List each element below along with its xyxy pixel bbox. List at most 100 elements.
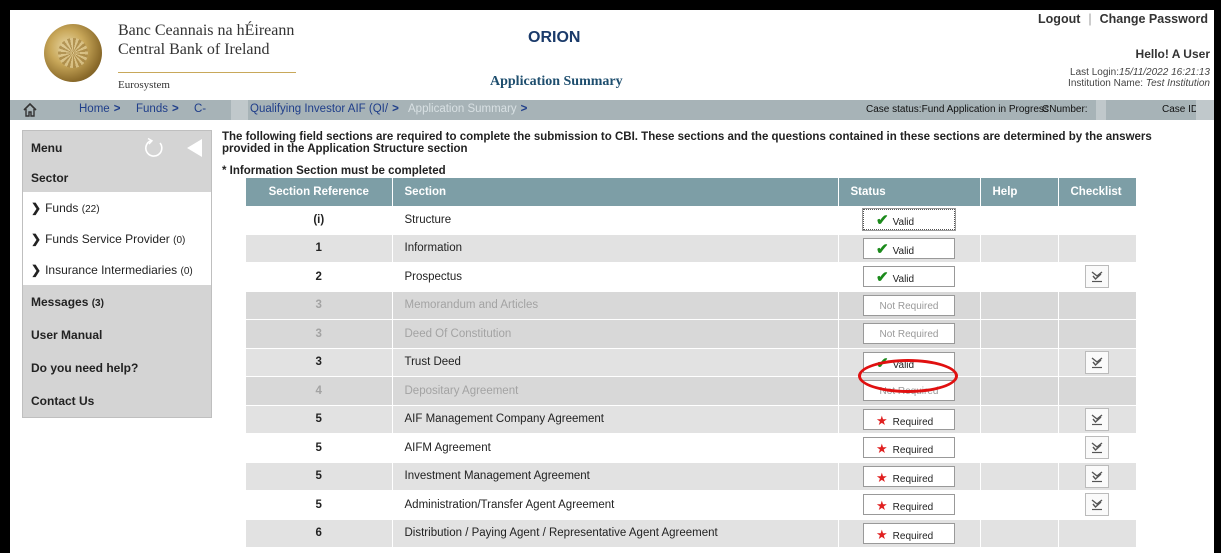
col-header-status: Status: [838, 178, 981, 206]
table-row: 3 Deed Of Constitution Not Required: [246, 319, 1137, 349]
institution-name: Institution Name: Test Institution: [1068, 78, 1210, 89]
status-button: Not Required: [863, 294, 955, 316]
sidebar-item-contact-us[interactable]: Contact Us: [23, 384, 211, 417]
status-cell: ✔ Valid: [838, 262, 981, 292]
checklist-cell: [1058, 519, 1137, 548]
section-name[interactable]: Information: [392, 234, 839, 263]
checklist-cell: [1058, 405, 1137, 434]
cnumber-label: CNumber:: [1042, 104, 1088, 115]
checklist-cell: [1058, 319, 1137, 349]
section-reference: 2: [246, 262, 393, 292]
help-cell: [980, 462, 1059, 491]
status-button: Not Required: [863, 323, 955, 345]
sidebar-item-user-manual[interactable]: User Manual: [23, 318, 211, 351]
status-button[interactable]: ✔ Valid: [862, 208, 956, 232]
link-separator: |: [1088, 12, 1092, 26]
section-reference: 3: [246, 348, 393, 377]
app-title: ORION: [528, 29, 581, 46]
breadcrumb-current: Application Summary >: [408, 103, 528, 115]
checklist-cell: [1058, 490, 1137, 520]
section-name[interactable]: Structure: [392, 206, 839, 235]
section-reference: 5: [246, 433, 393, 463]
help-cell: [980, 405, 1059, 434]
sidebar-item-sector[interactable]: Sector: [23, 164, 211, 192]
breadcrumb-funds[interactable]: Funds >: [136, 103, 179, 115]
status-label: Required: [892, 530, 934, 542]
institution-label: Institution Name:: [1068, 78, 1144, 89]
redacted-block: [1196, 100, 1214, 120]
eurosystem-label: Eurosystem: [118, 79, 170, 91]
section-name[interactable]: AIF Management Company Agreement: [392, 405, 839, 434]
checklist-icon[interactable]: [1085, 265, 1109, 289]
checklist-cell: [1058, 262, 1137, 292]
star-icon: ★: [876, 469, 888, 485]
sidebar-header: Menu: [23, 131, 211, 164]
status-label: Valid: [892, 245, 915, 257]
status-label: Required: [892, 445, 934, 457]
table-row: 5 Investment Management Agreement ★ Require…: [246, 462, 1137, 491]
checklist-icon[interactable]: [1085, 436, 1109, 460]
sidebar-item-funds-service-provider[interactable]: ❯ Funds Service Provider (0): [23, 223, 211, 254]
breadcrumb-home[interactable]: Home >: [79, 103, 120, 115]
status-label: Required: [892, 416, 934, 428]
section-name[interactable]: AIFM Agreement: [392, 433, 839, 463]
table-row: 4 Depositary Agreement Not Required: [246, 376, 1137, 406]
sidebar-item-insurance-intermediaries[interactable]: ❯ Insurance Intermediaries (0): [23, 254, 211, 285]
col-header-checklist: Checklist: [1058, 178, 1137, 206]
help-cell: [980, 376, 1059, 406]
breadcrumb: Home > Funds > C- Qualifying Investor AIF …: [10, 100, 1214, 120]
sidebar-item-need-help[interactable]: Do you need help?: [23, 351, 211, 384]
checklist-icon[interactable]: [1085, 407, 1109, 431]
section-name: Depositary Agreement: [392, 376, 839, 406]
checklist-icon[interactable]: [1085, 464, 1109, 488]
check-icon: ✔: [876, 240, 889, 258]
status-cell: Not Required: [838, 291, 981, 320]
status-button[interactable]: ★ Required: [863, 437, 955, 459]
status-button[interactable]: ★ Required: [863, 522, 955, 544]
section-reference: 3: [246, 319, 393, 349]
home-icon[interactable]: [22, 102, 38, 118]
checklist-icon[interactable]: [1085, 493, 1109, 517]
breadcrumb-case[interactable]: C-: [194, 103, 206, 115]
status-cell: ★ Required: [838, 519, 981, 548]
central-bank-logo: [44, 24, 102, 82]
section-name: Memorandum and Articles: [392, 291, 839, 320]
status-button[interactable]: ✔ Valid: [863, 266, 955, 288]
check-icon: ✔: [876, 212, 889, 230]
sections-table: Section Reference Section Status Help Ch…: [246, 178, 1137, 548]
change-password-link[interactable]: Change Password: [1100, 12, 1208, 26]
check-icon: ✔: [876, 269, 889, 287]
refresh-icon[interactable]: [143, 137, 165, 159]
sidebar-item-funds[interactable]: ❯ Funds (22): [23, 192, 211, 223]
status-cell: ★ Required: [838, 490, 981, 520]
collapse-sidebar-icon[interactable]: [185, 138, 203, 158]
highlight-annotation: [858, 359, 958, 393]
section-name[interactable]: Trust Deed: [392, 348, 839, 377]
checklist-icon[interactable]: [1085, 350, 1109, 374]
sidebar-item-messages[interactable]: Messages (3): [23, 285, 211, 318]
logout-link[interactable]: Logout: [1038, 12, 1080, 26]
status-button[interactable]: ★ Required: [863, 494, 955, 516]
status-button[interactable]: ★ Required: [863, 465, 955, 487]
status-button[interactable]: ★ Required: [863, 408, 955, 430]
section-reference: 4: [246, 376, 393, 406]
status-label: Not Required: [879, 300, 939, 312]
checklist-cell: [1058, 376, 1137, 406]
section-reference: 3: [246, 291, 393, 320]
status-cell: ★ Required: [838, 405, 981, 434]
col-header-help: Help: [980, 178, 1059, 206]
intro-text: The following field sections are require…: [222, 131, 1152, 155]
section-name[interactable]: Distribution / Paying Agent / Representa…: [392, 519, 839, 548]
bank-name-irish: Banc Ceannais na hÉireann: [118, 22, 295, 39]
section-name[interactable]: Investment Management Agreement: [392, 462, 839, 491]
redacted-block: [231, 100, 248, 120]
section-reference: 5: [246, 462, 393, 491]
breadcrumb-qualifying-investor[interactable]: Qualifying Investor AIF (QI/>: [250, 103, 399, 115]
star-icon: ★: [876, 526, 888, 542]
status-button[interactable]: ✔ Valid: [863, 237, 955, 259]
table-row: 2 Prospectus ✔ Valid: [246, 262, 1137, 292]
section-name[interactable]: Prospectus: [392, 262, 839, 292]
section-name[interactable]: Administration/Transfer Agent Agreement: [392, 490, 839, 520]
status-label: Required: [892, 502, 934, 514]
help-cell: [980, 291, 1059, 320]
